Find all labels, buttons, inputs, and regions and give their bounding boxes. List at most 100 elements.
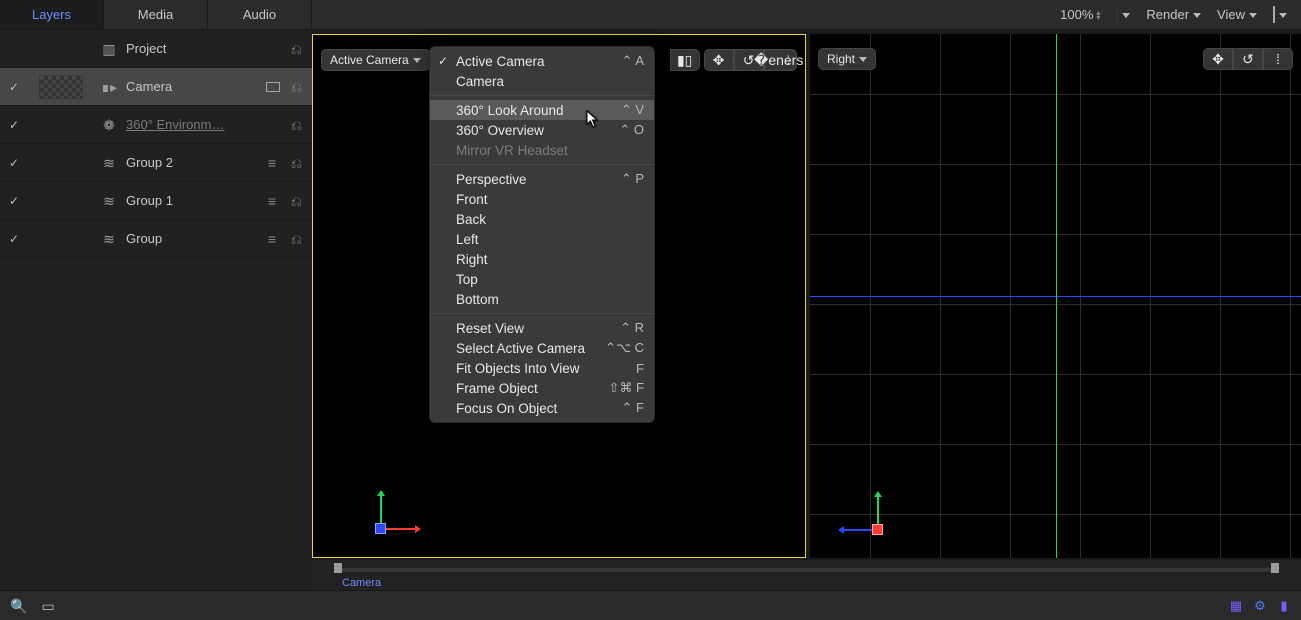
layer-row[interactable]: ✓≋Group 2≡⎌	[0, 144, 312, 182]
axis-gizmo	[854, 490, 904, 540]
menu-item-shortcut: ⇧⌘ F	[609, 380, 644, 396]
y-axis-icon	[877, 496, 879, 526]
vertical-axis	[1056, 34, 1057, 558]
mini-timeline[interactable]: Camera	[312, 560, 1301, 590]
viewport-right-controls: Right	[818, 48, 876, 70]
tab-media[interactable]: Media	[104, 0, 208, 29]
menu-item[interactable]: Frame Object⇧⌘ F	[430, 378, 654, 398]
layer-type-icon: ❁	[100, 118, 118, 132]
masks-icon[interactable]: ▮	[1277, 599, 1291, 613]
lock-icon[interactable]: ⎌	[280, 80, 302, 94]
menu-item[interactable]: Active Camera ⌃ A	[430, 51, 654, 71]
menu-item-label: Active Camera	[456, 54, 545, 69]
menu-item-label: Back	[456, 212, 486, 227]
pan-icon: ✥	[1210, 53, 1226, 65]
tab-label: Media	[138, 7, 173, 22]
layer-row[interactable]: ✓≋Group 1≡⎌	[0, 182, 312, 220]
layout-menu[interactable]	[1273, 7, 1287, 22]
lock-icon[interactable]: ⎌	[280, 232, 302, 246]
viewport-right[interactable]: Right ✥ ↺ ⁞	[810, 34, 1301, 558]
menu-item-shortcut: ⌃ P	[621, 171, 644, 187]
y-axis-icon	[380, 495, 382, 525]
visibility-checkbox[interactable]: ✓	[6, 156, 22, 170]
render-menu[interactable]: Render	[1146, 7, 1201, 22]
topbar-right: 100% ▴▾ Render View	[1060, 0, 1301, 29]
tab-audio[interactable]: Audio	[208, 0, 312, 29]
menu-item-shortcut: ⌃ A	[622, 53, 644, 69]
x-axis-icon	[385, 528, 415, 530]
lock-icon[interactable]: ⎌	[280, 156, 302, 170]
layer-label: Camera	[118, 79, 260, 94]
behaviors-icon[interactable]: ▦	[1229, 599, 1243, 613]
layer-label: Group 2	[118, 155, 268, 170]
layer-thumbnail	[39, 75, 83, 99]
topbar: Layers Media Audio 100% ▴▾ Render View	[0, 0, 1301, 30]
dolly-icon: ⁞	[1270, 53, 1286, 65]
panel-toggle-icon[interactable]: ▭	[41, 599, 54, 613]
menu-item[interactable]: Focus On Object⌃ F	[430, 398, 654, 418]
menu-item[interactable]: Left	[430, 229, 654, 249]
menu-item[interactable]: 360° Look Around⌃ V	[430, 100, 654, 120]
viewport-left-controls: Active Camera	[321, 49, 430, 71]
layer-label: Group	[118, 231, 268, 246]
lock-icon[interactable]: ⎌	[280, 194, 302, 208]
color-channel-menu[interactable]	[1116, 7, 1130, 22]
view-label: View	[1217, 7, 1245, 22]
pan-tool[interactable]: ✥	[1203, 48, 1233, 70]
visibility-checkbox[interactable]: ✓	[6, 80, 22, 94]
layer-row[interactable]: ✓❁360° Environm…⎌	[0, 106, 312, 144]
lock-icon[interactable]: ⎌	[280, 118, 302, 132]
menu-item-label: Select Active Camera	[456, 341, 585, 356]
color-swatch-icon	[1116, 6, 1118, 23]
menu-item[interactable]: Perspective⌃ P	[430, 169, 654, 189]
layer-row[interactable]: ▥Project⎌	[0, 30, 312, 68]
menu-item-shortcut: ⌃ O	[619, 122, 644, 138]
menu-item-label: Fit Objects Into View	[456, 361, 580, 376]
zoom-control[interactable]: 100% ▴▾	[1060, 7, 1100, 22]
timeline-head-end[interactable]	[1271, 563, 1279, 573]
timeline-head-start[interactable]	[334, 563, 342, 573]
menu-item-shortcut: F	[636, 361, 644, 376]
layer-type-icon: ≋	[100, 156, 118, 170]
menu-separator	[430, 164, 654, 165]
layer-row[interactable]: ✓≋Group≡⎌	[0, 220, 312, 258]
menu-item[interactable]: Fit Objects Into View F	[430, 358, 654, 378]
filters-icon[interactable]: ⚙	[1253, 599, 1267, 613]
menu-item[interactable]: Bottom	[430, 289, 654, 309]
camera-selector-right[interactable]: Right	[818, 48, 876, 70]
render-label: Render	[1146, 7, 1189, 22]
menu-item-label: Front	[456, 192, 488, 207]
camera-selector[interactable]: Active Camera	[321, 49, 430, 71]
origin-cube-icon	[872, 524, 883, 535]
timeline-track[interactable]	[334, 568, 1279, 572]
menu-item[interactable]: Camera	[430, 71, 654, 91]
menu-item[interactable]: Reset View⌃ R	[430, 318, 654, 338]
axis-gizmo	[357, 489, 407, 539]
viewport-right-tools: ✥ ↺ ⁞	[1203, 48, 1293, 70]
layer-row[interactable]: ✓∎▸Camera⎌	[0, 68, 312, 106]
menu-item[interactable]: Right	[430, 249, 654, 269]
pan-tool[interactable]: ✥	[704, 49, 734, 71]
menu-item[interactable]: Select Active Camera⌃⌥ C	[430, 338, 654, 358]
menu-item[interactable]: Top	[430, 269, 654, 289]
dolly-tool[interactable]: ⁞	[1263, 48, 1293, 70]
active-camera-indicator[interactable]: ▮▯	[670, 49, 700, 71]
visibility-checkbox[interactable]: ✓	[6, 194, 22, 208]
search-icon[interactable]: 🔍	[10, 599, 27, 613]
lock-icon[interactable]: ⎌	[280, 42, 302, 56]
origin-cube-icon	[375, 523, 386, 534]
camera-view-menu: Active Camera ⌃ A Camera 360° Look Around⌃ …	[429, 46, 655, 423]
menu-item-shortcut: ⌃ V	[621, 102, 644, 118]
orbit-tool[interactable]: ↺	[1233, 48, 1263, 70]
dolly-tool[interactable]: �eners⁞	[764, 49, 797, 71]
visibility-checkbox[interactable]: ✓	[6, 232, 22, 246]
menu-item[interactable]: Front	[430, 189, 654, 209]
menu-item[interactable]: 360° Overview⌃ O	[430, 120, 654, 140]
menu-item[interactable]: Back	[430, 209, 654, 229]
menu-item-label: Mirror VR Headset	[456, 143, 568, 158]
view-menu[interactable]: View	[1217, 7, 1257, 22]
stack-icon: ≡	[268, 193, 276, 209]
tab-layers[interactable]: Layers	[0, 0, 104, 29]
bottom-bar: 🔍 ▭ ▦ ⚙ ▮	[0, 590, 1301, 620]
visibility-checkbox[interactable]: ✓	[6, 118, 22, 132]
